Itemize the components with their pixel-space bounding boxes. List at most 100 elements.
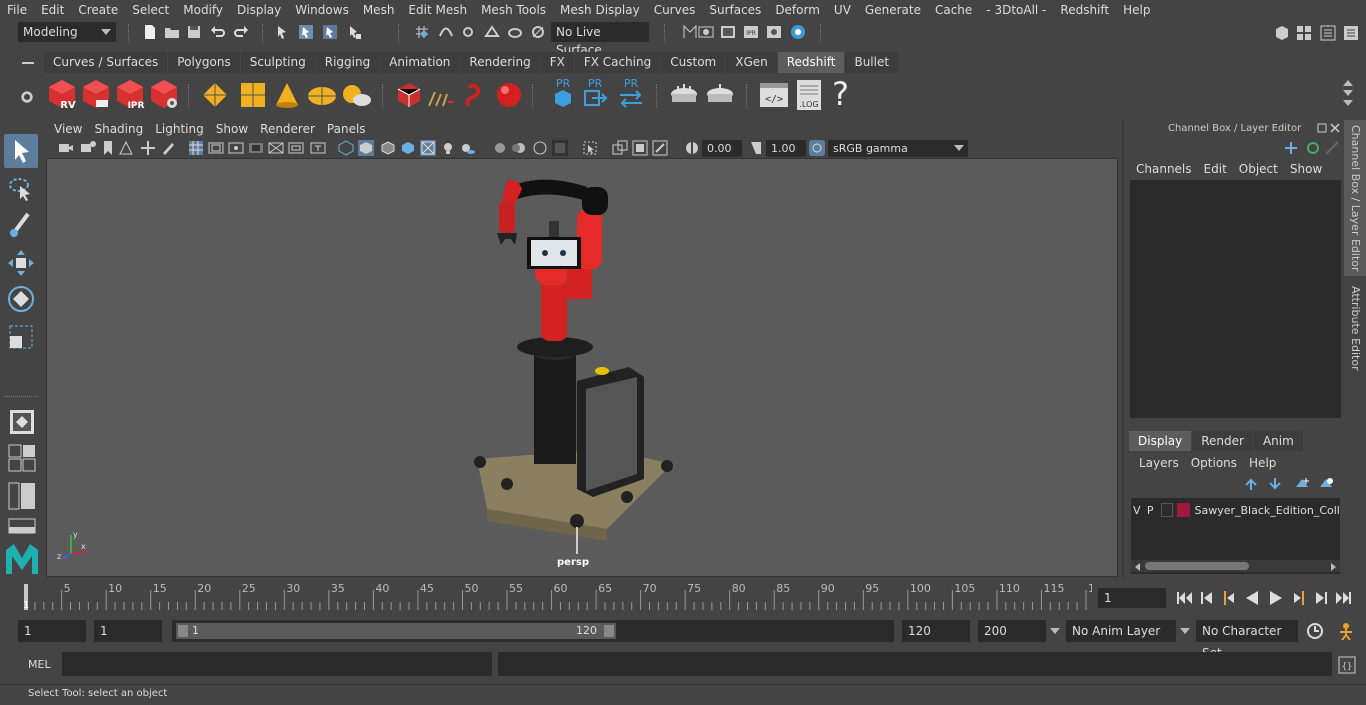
- menu-display[interactable]: Display: [230, 0, 288, 20]
- perspective-viewport[interactable]: persp x y z: [46, 158, 1118, 577]
- command-input[interactable]: [62, 652, 492, 676]
- play-forwards-icon[interactable]: [1264, 589, 1288, 607]
- menu-mesh-display[interactable]: Mesh Display: [553, 0, 647, 20]
- layer-tab-anim[interactable]: Anim: [1253, 431, 1303, 451]
- rs-script-editor-icon[interactable]: </>: [758, 80, 790, 110]
- menu-redshift[interactable]: Redshift: [1053, 0, 1116, 20]
- view-transform-icon[interactable]: [809, 140, 825, 156]
- channel-box-attributes[interactable]: [1130, 180, 1341, 418]
- rs-volume-icon[interactable]: [426, 80, 456, 110]
- rs-spot-light-icon[interactable]: [272, 80, 302, 110]
- step-forward-key-icon[interactable]: [1310, 589, 1332, 607]
- current-frame-field[interactable]: 1: [1098, 588, 1166, 608]
- rs-proxy-icon[interactable]: [394, 80, 424, 110]
- ambient-occlusion-icon[interactable]: [492, 140, 508, 156]
- xray-icon[interactable]: [420, 140, 436, 156]
- outliner-layout-icon[interactable]: [8, 482, 36, 510]
- textured-icon[interactable]: [400, 140, 416, 156]
- wireframe-on-shaded-icon[interactable]: [380, 140, 396, 156]
- step-back-key-icon[interactable]: [1196, 589, 1218, 607]
- render-frame-icon[interactable]: [720, 24, 736, 40]
- isolate-select-icon[interactable]: [582, 140, 598, 156]
- shelf-tab-fx-caching[interactable]: FX Caching: [574, 51, 661, 73]
- scroll-left-icon[interactable]: [1135, 563, 1140, 571]
- shelf-tab-xgen[interactable]: XGen: [726, 51, 777, 73]
- rs-bake-set-icon[interactable]: [704, 82, 736, 108]
- channel-box-manipulator-icon[interactable]: [1283, 140, 1299, 156]
- play-backwards-icon[interactable]: [1240, 589, 1264, 607]
- camera-attributes-icon[interactable]: [80, 140, 96, 156]
- save-scene-icon[interactable]: [186, 24, 202, 40]
- channel-box-menu-channels[interactable]: Channels: [1130, 160, 1198, 178]
- menu-generate[interactable]: Generate: [858, 0, 928, 20]
- move-layer-up-icon[interactable]: [1244, 477, 1260, 491]
- scale-tool-icon[interactable]: [6, 322, 36, 352]
- two-d-pan-icon[interactable]: [140, 140, 156, 156]
- new-layer-icon[interactable]: [1294, 477, 1310, 491]
- step-back-frame-icon[interactable]: [1218, 589, 1240, 607]
- menu-select[interactable]: Select: [125, 0, 176, 20]
- shelf-tab-bullet[interactable]: Bullet: [845, 51, 899, 73]
- range-slider-handle[interactable]: 1 120: [176, 623, 616, 639]
- menu-create[interactable]: Create: [71, 0, 125, 20]
- channel-box-sync-icon[interactable]: [1305, 140, 1321, 156]
- select-by-object-icon[interactable]: [298, 24, 314, 40]
- viewport-menu-shading[interactable]: Shading: [88, 120, 149, 138]
- animation-preferences-icon[interactable]: [1336, 622, 1356, 640]
- render-view-icon[interactable]: [698, 24, 714, 40]
- channel-box-menu-show[interactable]: Show: [1284, 160, 1328, 178]
- layer-hscrollbar[interactable]: [1131, 560, 1340, 572]
- new-scene-icon[interactable]: [142, 24, 158, 40]
- frame-all-icon[interactable]: [632, 140, 648, 156]
- modeling-toolkit-icon[interactable]: [1296, 25, 1312, 41]
- step-forward-frame-icon[interactable]: [1288, 589, 1310, 607]
- grid-toggle-icon[interactable]: [188, 140, 204, 156]
- layer-tab-render[interactable]: Render: [1192, 431, 1253, 451]
- menu-curves[interactable]: Curves: [647, 0, 703, 20]
- attribute-editor-toggle-icon[interactable]: [1320, 25, 1336, 41]
- rotate-tool-icon[interactable]: [6, 284, 36, 314]
- mode-selector[interactable]: Modeling: [18, 22, 116, 42]
- paint-select-tool-icon[interactable]: [6, 210, 36, 240]
- scroll-right-icon[interactable]: [1331, 563, 1336, 571]
- color-space-select[interactable]: sRGB gamma: [828, 140, 968, 157]
- go-to-end-icon[interactable]: [1332, 589, 1354, 607]
- menu-mesh[interactable]: Mesh: [356, 0, 402, 20]
- hypershade-icon[interactable]: [790, 24, 806, 40]
- shelf-tab-sculpting[interactable]: Sculpting: [240, 51, 315, 73]
- move-layer-down-icon[interactable]: [1268, 477, 1284, 491]
- menu-deform[interactable]: Deform: [768, 0, 827, 20]
- rs-proxy-export-icon[interactable]: PR: [548, 76, 578, 112]
- time-slider[interactable]: 5 10 15 20 25 30 35 40 45 50 55 60 65 70 75 80 85 90 95 100…: [18, 580, 1102, 611]
- viewport-menu-show[interactable]: Show: [210, 120, 254, 138]
- menu-surfaces[interactable]: Surfaces: [702, 0, 768, 20]
- frame-selected-icon[interactable]: [652, 140, 668, 156]
- lock-selection-icon[interactable]: [346, 24, 362, 40]
- rs-hair-icon[interactable]: [460, 80, 490, 110]
- exposure-field[interactable]: 0.00: [702, 140, 742, 157]
- panel-divider[interactable]: [1122, 120, 1124, 578]
- range-slider-end-grip[interactable]: [604, 625, 614, 637]
- shelf-scroll-arrows[interactable]: [1342, 78, 1354, 110]
- rs-proxy-import-icon[interactable]: PR: [580, 76, 610, 112]
- menu-edit[interactable]: Edit: [34, 0, 71, 20]
- anim-layer-field[interactable]: No Anim Layer: [1066, 620, 1176, 642]
- shelf-tab-fx[interactable]: FX: [540, 51, 574, 73]
- viewport-menu-panels[interactable]: Panels: [321, 120, 372, 138]
- playback-end-field[interactable]: 120: [902, 620, 970, 642]
- shelf-gear-icon[interactable]: [20, 90, 36, 106]
- animation-end-field[interactable]: 200: [978, 620, 1046, 642]
- new-layer-selected-icon[interactable]: [1318, 477, 1334, 491]
- menu-cache[interactable]: Cache: [928, 0, 979, 20]
- tab-channel-box[interactable]: Channel Box / Layer Editor: [1344, 120, 1366, 276]
- viewport-menu-renderer[interactable]: Renderer: [254, 120, 321, 138]
- menu-3dtoall[interactable]: - 3DtoAll -: [979, 0, 1053, 20]
- layer-menu-options[interactable]: Options: [1185, 454, 1243, 472]
- open-scene-icon[interactable]: [164, 24, 180, 40]
- use-all-lights-icon[interactable]: [440, 140, 456, 156]
- smooth-shade-icon[interactable]: [358, 140, 374, 156]
- make-live-icon[interactable]: [530, 24, 546, 40]
- undo-icon[interactable]: [210, 24, 226, 40]
- animation-start-field[interactable]: 1: [18, 620, 86, 642]
- layer-color-swatch[interactable]: [1176, 503, 1191, 517]
